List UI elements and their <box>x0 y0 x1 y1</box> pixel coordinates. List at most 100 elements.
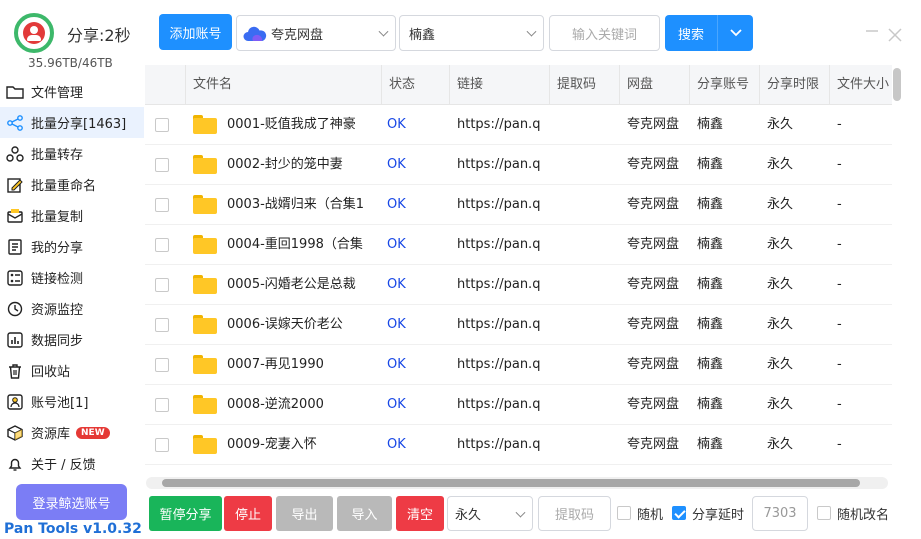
random-label: 随机 <box>637 508 664 523</box>
sidebar-item-account-pool[interactable]: 账号池[1] <box>0 386 144 417</box>
column-header-filename[interactable]: 文件名 <box>185 65 381 105</box>
cell-code <box>556 385 618 425</box>
close-button[interactable] <box>888 26 902 47</box>
app-logo <box>14 13 54 53</box>
row-checkbox[interactable] <box>155 238 169 252</box>
sidebar-item-link-check[interactable]: 链接检测 <box>0 262 144 293</box>
clear-button[interactable]: 清空 <box>396 496 444 531</box>
column-header-limit[interactable]: 分享时限 <box>759 65 829 105</box>
sidebar-item-label: 链接检测 <box>31 272 84 287</box>
trash-icon <box>6 362 24 380</box>
cell-filename: 0008-逆流2000 <box>227 397 324 412</box>
sidebar-item-label: 文件管理 <box>31 86 84 101</box>
sidebar-nav: 文件管理 批量分享[1463] 批量转存 批量重命名 批量复制 我的分享 链接检… <box>0 76 144 479</box>
sidebar-item-recycle-bin[interactable]: 回收站 <box>0 355 144 386</box>
disk-select-value: 夸克网盘 <box>271 27 324 43</box>
cell-account: 楠鑫 <box>697 397 724 412</box>
cell-link[interactable]: https://pan.q <box>457 265 547 305</box>
cell-link[interactable]: https://pan.q <box>457 385 547 425</box>
random-checkbox[interactable] <box>617 506 631 520</box>
stop-button[interactable]: 停止 <box>224 496 272 531</box>
search-input[interactable]: 输入关键词 <box>549 15 660 51</box>
minimize-button[interactable] <box>865 22 879 43</box>
search-button[interactable]: 搜索 <box>665 15 717 51</box>
row-checkbox[interactable] <box>155 438 169 452</box>
folder-icon <box>193 315 217 334</box>
table-row[interactable]: 0001-贬值我成了神豪 OK https://pan.q 夸克网盘 楠鑫 永久 - <box>145 105 892 145</box>
random-rename-checkbox[interactable] <box>817 506 831 520</box>
column-header-status[interactable]: 状态 <box>381 65 449 105</box>
column-header-disk[interactable]: 网盘 <box>619 65 689 105</box>
add-account-button[interactable]: 添加账号 <box>159 14 232 50</box>
export-button[interactable]: 导出 <box>276 496 333 531</box>
row-checkbox[interactable] <box>155 198 169 212</box>
sidebar-item-resource-monitor[interactable]: 资源监控 <box>0 293 144 324</box>
cell-account: 楠鑫 <box>697 357 724 372</box>
sidebar-item-data-sync[interactable]: 数据同步 <box>0 324 144 355</box>
cell-link[interactable]: https://pan.q <box>457 225 547 265</box>
cell-link[interactable]: https://pan.q <box>457 345 547 385</box>
cell-code <box>556 345 618 385</box>
row-checkbox[interactable] <box>155 158 169 172</box>
column-header-account[interactable]: 分享账号 <box>689 65 759 105</box>
folder-icon <box>193 275 217 294</box>
table-row[interactable]: 0004-重回1998（合集 OK https://pan.q 夸克网盘 楠鑫 永久 - <box>145 225 892 265</box>
cell-limit: 永久 <box>767 237 794 252</box>
horizontal-scrollbar-thumb[interactable] <box>162 479 860 487</box>
cell-account: 楠鑫 <box>697 157 724 172</box>
row-checkbox[interactable] <box>155 398 169 412</box>
disk-select[interactable]: 夸克网盘 <box>236 15 396 51</box>
import-button[interactable]: 导入 <box>337 496 392 531</box>
cell-link[interactable]: https://pan.q <box>457 305 547 345</box>
login-button[interactable]: 登录鲸选账号 <box>16 484 127 520</box>
sidebar-item-resource-library[interactable]: 资源库 NEW <box>0 417 144 448</box>
cell-status: OK <box>387 277 406 292</box>
table-row[interactable]: 0003-战婿归来（合集1 OK https://pan.q 夸克网盘 楠鑫 永久 - <box>145 185 892 225</box>
extract-code-input[interactable]: 提取码 <box>538 496 611 531</box>
folder-icon <box>193 435 217 454</box>
cell-status: OK <box>387 237 406 252</box>
cell-link[interactable]: https://pan.q <box>457 145 547 185</box>
cell-status: OK <box>387 357 406 372</box>
share-limit-select[interactable]: 永久 <box>447 496 533 531</box>
delay-value-input[interactable]: 7303 <box>752 496 808 531</box>
account-select[interactable]: 楠鑫 <box>399 15 544 51</box>
cell-code <box>556 305 618 345</box>
vertical-scrollbar[interactable] <box>893 68 901 101</box>
cell-link[interactable]: https://pan.q <box>457 185 547 225</box>
table-row[interactable]: 0002-封少的笼中妻 OK https://pan.q 夸克网盘 楠鑫 永久 - <box>145 145 892 185</box>
cell-status: OK <box>387 157 406 172</box>
folder-icon <box>193 195 217 214</box>
sidebar-item-batch-copy[interactable]: 批量复制 <box>0 200 144 231</box>
column-header-size[interactable]: 文件大小 <box>829 65 892 105</box>
row-checkbox[interactable] <box>155 118 169 132</box>
sidebar-item-label: 批量重命名 <box>31 179 97 194</box>
chevron-down-icon <box>515 507 526 518</box>
cell-link[interactable]: https://pan.q <box>457 105 547 145</box>
share-limit-value: 永久 <box>455 508 482 523</box>
sidebar-item-label: 批量分享[1463] <box>31 117 127 132</box>
sidebar-item-batch-rename[interactable]: 批量重命名 <box>0 169 144 200</box>
sidebar-item-about[interactable]: 关于 / 反馈 <box>0 448 144 479</box>
column-header-code[interactable]: 提取码 <box>549 65 619 105</box>
sidebar-item-batch-share[interactable]: 批量分享[1463] <box>0 107 144 138</box>
sidebar-item-batch-transfer[interactable]: 批量转存 <box>0 138 144 169</box>
table-row[interactable]: 0009-宠妻入怀 OK https://pan.q 夸克网盘 楠鑫 永久 - <box>145 425 892 465</box>
sidebar-item-file-manage[interactable]: 文件管理 <box>0 76 144 107</box>
table-row[interactable]: 0006-误嫁天价老公 OK https://pan.q 夸克网盘 楠鑫 永久 - <box>145 305 892 345</box>
monitor-icon <box>6 300 24 318</box>
table-row[interactable]: 0005-闪婚老公是总裁 OK https://pan.q 夸克网盘 楠鑫 永久 - <box>145 265 892 305</box>
quark-cloud-icon <box>243 26 267 46</box>
share-delay-checkbox[interactable] <box>672 506 686 520</box>
row-checkbox[interactable] <box>155 278 169 292</box>
sidebar-item-my-share[interactable]: 我的分享 <box>0 231 144 262</box>
table-row[interactable]: 0008-逆流2000 OK https://pan.q 夸克网盘 楠鑫 永久 - <box>145 385 892 425</box>
column-header-link[interactable]: 链接 <box>449 65 549 105</box>
table-row[interactable]: 0007-再见1990 OK https://pan.q 夸克网盘 楠鑫 永久 - <box>145 345 892 385</box>
pause-share-button[interactable]: 暂停分享 <box>149 496 222 531</box>
search-dropdown-button[interactable] <box>717 15 753 51</box>
chevron-down-icon <box>729 26 742 41</box>
row-checkbox[interactable] <box>155 318 169 332</box>
cell-link[interactable]: https://pan.q <box>457 425 547 465</box>
row-checkbox[interactable] <box>155 358 169 372</box>
